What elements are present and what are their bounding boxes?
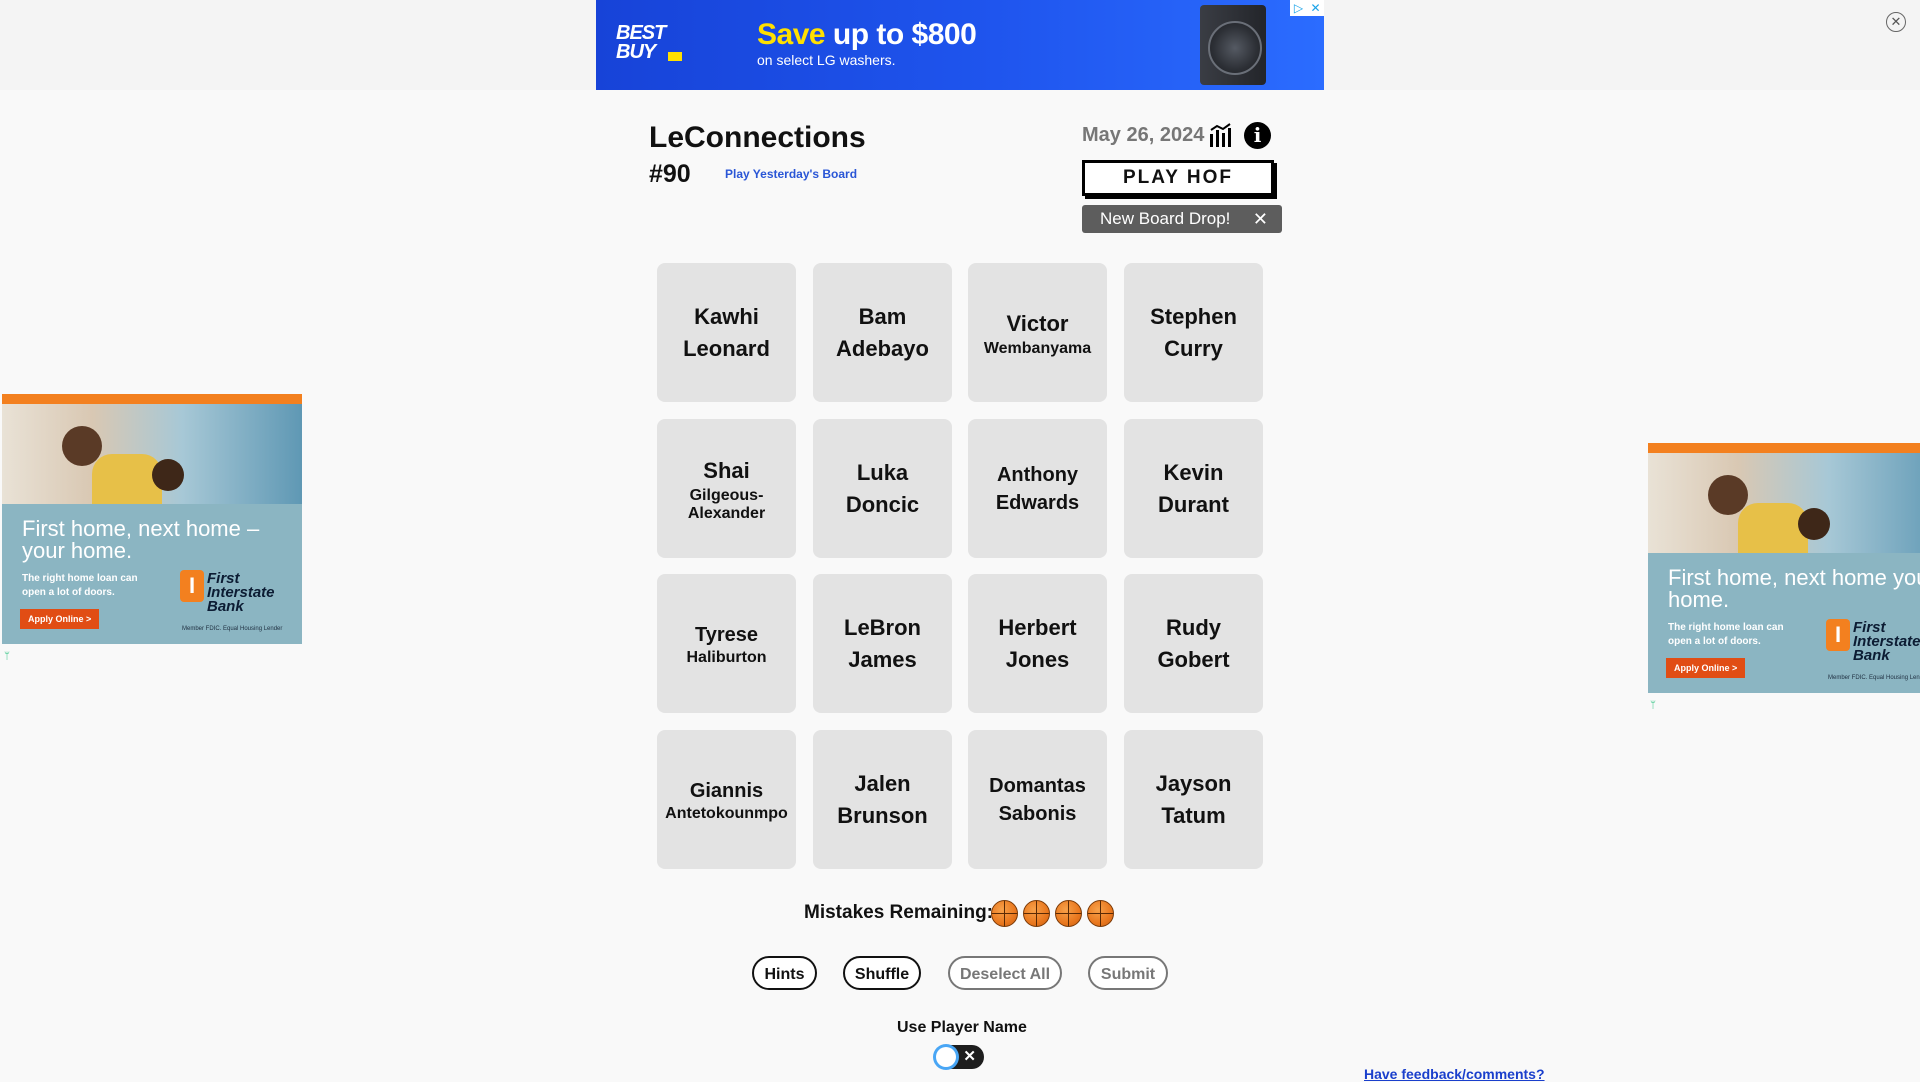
stats-icon[interactable] bbox=[1209, 122, 1236, 148]
player-tile[interactable]: Luka Doncic bbox=[813, 419, 952, 558]
toggle-knob bbox=[936, 1047, 956, 1067]
ad-marker-icon[interactable]: ᛘ bbox=[4, 652, 14, 662]
bank-logo-icon: I bbox=[1826, 619, 1850, 651]
player-tile[interactable]: Tyrese Haliburton bbox=[657, 574, 796, 713]
player-tile[interactable]: Shai Gilgeous- Alexander bbox=[657, 419, 796, 558]
player-tile[interactable]: Victor Wembanyama bbox=[968, 263, 1107, 402]
player-name-toggle-label: Use Player Name bbox=[897, 1019, 1027, 1036]
player-tile[interactable]: Domantas Sabonis bbox=[968, 730, 1107, 869]
deselect-all-button[interactable]: Deselect All bbox=[948, 956, 1062, 990]
player-tile[interactable]: Rudy Gobert bbox=[1124, 574, 1263, 713]
apply-online-button[interactable]: Apply Online > bbox=[1666, 658, 1746, 678]
ad-close-icon[interactable]: ✕ bbox=[1307, 0, 1324, 16]
hints-button[interactable]: Hints bbox=[752, 956, 817, 990]
play-hof-button[interactable]: PLAY HOF bbox=[1082, 160, 1274, 196]
right-side-ad[interactable]: First home, next home your home. The rig… bbox=[1648, 443, 1920, 693]
player-tile[interactable]: Kevin Durant bbox=[1124, 419, 1263, 558]
player-tile[interactable]: Kawhi Leonard bbox=[657, 263, 796, 402]
top-ad-banner[interactable]: BEST BUY Save up to $800 on select LG wa… bbox=[596, 0, 1324, 90]
new-board-drop-badge: New Board Drop! ✕ bbox=[1082, 205, 1282, 233]
basketball-icon bbox=[1023, 900, 1050, 927]
player-tile[interactable]: Bam Adebayo bbox=[813, 263, 952, 402]
ad-marker-icon[interactable]: ᛘ bbox=[1650, 701, 1660, 711]
player-tile[interactable]: Jayson Tatum bbox=[1124, 730, 1263, 869]
ad-info-icon[interactable]: ▷ bbox=[1290, 0, 1307, 16]
player-grid: Kawhi Leonard Bam Adebayo Victor Wembanyama… bbox=[657, 263, 1263, 869]
ad-photo bbox=[2, 404, 302, 504]
basketball-icon bbox=[1055, 900, 1082, 927]
top-ad-region: BEST BUY Save up to $800 on select LG wa… bbox=[0, 0, 1920, 90]
ad-subline: on select LG washers. bbox=[757, 52, 896, 68]
board-date: May 26, 2024 bbox=[1082, 124, 1205, 146]
ad-photo bbox=[1648, 453, 1920, 553]
play-yesterday-link[interactable]: Play Yesterday's Board bbox=[725, 167, 857, 181]
page-title: LeConnections bbox=[649, 121, 866, 154]
close-icon[interactable]: ✕ bbox=[1886, 12, 1906, 32]
player-tile[interactable]: Stephen Curry bbox=[1124, 263, 1263, 402]
right-side-ad-clip: First home, next home your home. The rig… bbox=[1648, 443, 1920, 693]
ad-headline: Save up to $800 bbox=[757, 18, 977, 51]
board-number: #90 bbox=[649, 160, 691, 188]
basketball-icon bbox=[1087, 900, 1114, 927]
drop-badge-label: New Board Drop! bbox=[1100, 209, 1231, 228]
info-icon[interactable]: i bbox=[1244, 122, 1271, 149]
apply-online-button[interactable]: Apply Online > bbox=[20, 609, 100, 629]
bank-logo-icon: I bbox=[180, 570, 204, 602]
player-name-toggle[interactable]: ✕ bbox=[934, 1045, 984, 1069]
player-tile[interactable]: Herbert Jones bbox=[968, 574, 1107, 713]
left-side-ad[interactable]: First home, next home – your home. The r… bbox=[2, 394, 302, 644]
mistakes-label: Mistakes Remaining: bbox=[804, 902, 993, 923]
player-tile[interactable]: Giannis Antetokounmpo bbox=[657, 730, 796, 869]
ad-choices[interactable]: ▷ ✕ bbox=[1290, 0, 1324, 16]
washer-image bbox=[1200, 5, 1266, 85]
player-tile[interactable]: Anthony Edwards bbox=[968, 419, 1107, 558]
best-buy-tag-icon bbox=[668, 52, 682, 61]
shuffle-button[interactable]: Shuffle bbox=[843, 956, 921, 990]
close-icon[interactable]: ✕ bbox=[1253, 205, 1268, 233]
submit-button[interactable]: Submit bbox=[1088, 956, 1168, 990]
player-tile[interactable]: LeBron James bbox=[813, 574, 952, 713]
basketball-icon bbox=[991, 900, 1018, 927]
player-tile[interactable]: Jalen Brunson bbox=[813, 730, 952, 869]
toggle-off-icon: ✕ bbox=[963, 1048, 976, 1065]
